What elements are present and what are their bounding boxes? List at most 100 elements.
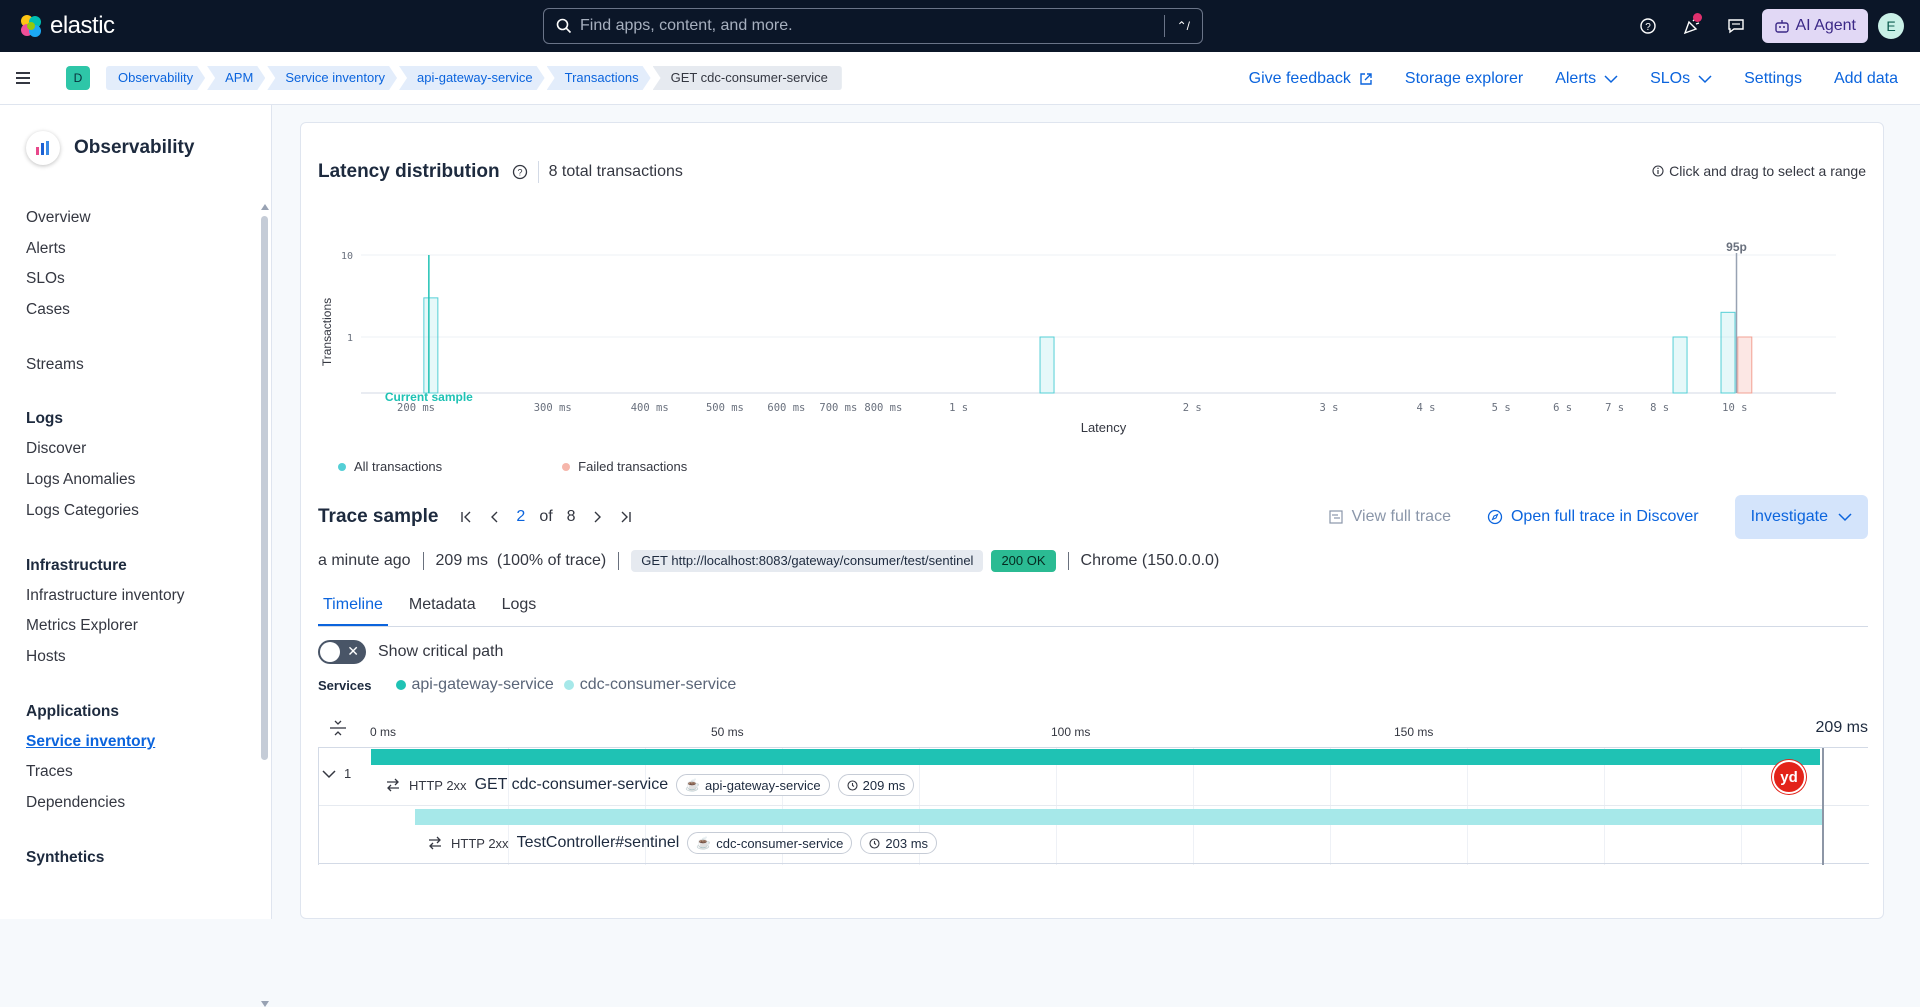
breadcrumb-apm[interactable]: APM <box>207 66 265 90</box>
legend-all-transactions[interactable]: All transactions <box>338 459 442 474</box>
apm-trace-icon <box>1329 510 1343 524</box>
service-badge-label: api-gateway-service <box>705 777 821 793</box>
sidebar-item-discover[interactable]: Discover <box>26 434 185 465</box>
sidebar-item-service-inventory[interactable]: Service inventory <box>26 727 185 758</box>
x-tick-label: 600 ms <box>767 402 805 414</box>
top-navigation-bar: elastic Find apps, content, and more. ⌃/… <box>0 0 1920 52</box>
drag-hint-text: Click and drag to select a range <box>1669 163 1866 179</box>
trace-summary: a minute ago 209 ms (100% of trace) GET … <box>318 547 1219 575</box>
collapse-all-icon[interactable] <box>328 718 348 738</box>
x-axis-label: Latency <box>1081 420 1127 435</box>
span-bar[interactable] <box>371 749 1820 765</box>
search-shortcut: ⌃/ <box>1163 15 1202 37</box>
sidebar-item-cases[interactable]: Cases <box>26 295 185 326</box>
sidebar-item-slos[interactable]: SLOs <box>26 264 185 295</box>
last-page-icon[interactable] <box>618 510 632 524</box>
x-tick-label: 3 s <box>1319 402 1338 414</box>
tab-logs[interactable]: Logs <box>497 583 542 626</box>
sidebar-item-logs-anomalies[interactable]: Logs Anomalies <box>26 465 185 496</box>
chat-icon[interactable] <box>1714 0 1758 52</box>
breadcrumb-transactions[interactable]: Transactions <box>547 66 651 90</box>
yd-badge-icon[interactable]: yd <box>1772 760 1806 794</box>
trace-end-marker <box>1822 748 1824 865</box>
sidebar-item-hosts[interactable]: Hosts <box>26 642 185 673</box>
waterfall-row[interactable]: 1 HTTP 2xx GET cdc-consumer-service ☕ api… <box>319 748 1869 806</box>
sidebar-item-dependencies[interactable]: Dependencies <box>26 788 185 819</box>
row-expander[interactable]: 1 <box>322 766 351 781</box>
tab-metadata[interactable]: Metadata <box>404 583 481 626</box>
critical-path-toggle[interactable]: ✕ <box>318 640 366 664</box>
view-full-trace-button[interactable]: View full trace <box>1328 508 1451 526</box>
timeline-end: 209 ms <box>1815 719 1868 736</box>
trace-tabs: Timeline Metadata Logs <box>318 583 1868 627</box>
trace-pager: 2 of 8 <box>460 508 631 526</box>
help-icon[interactable]: ? <box>1626 0 1670 52</box>
trace-percentage: (100% of trace) <box>496 552 607 569</box>
latency-title: Latency distribution <box>318 161 500 182</box>
sidebar-item-overview[interactable]: Overview <box>26 203 185 234</box>
open-in-discover-button[interactable]: Open full trace in Discover <box>1487 508 1699 526</box>
robot-icon <box>1774 20 1789 33</box>
news-feed-icon[interactable] <box>1670 0 1714 52</box>
settings-label: Settings <box>1744 69 1802 87</box>
scrollbar-thumb[interactable] <box>261 216 268 760</box>
previous-page-icon[interactable] <box>488 510 502 524</box>
next-page-icon[interactable] <box>590 510 604 524</box>
cross-icon: ✕ <box>347 643 359 659</box>
scroll-up-icon[interactable] <box>261 204 269 210</box>
x-tick-label: 700 ms <box>819 402 857 414</box>
sidebar-title: Observability <box>74 137 195 158</box>
span-bar[interactable] <box>414 809 1823 825</box>
service-legend-item[interactable]: cdc-consumer-service <box>563 676 736 694</box>
sidebar-item-traces[interactable]: Traces <box>26 757 185 788</box>
sidebar-item-metrics-explorer[interactable]: Metrics Explorer <box>26 611 185 642</box>
investigate-label: Investigate <box>1750 508 1828 525</box>
settings-link[interactable]: Settings <box>1744 70 1802 88</box>
alerts-menu[interactable]: Alerts <box>1555 70 1618 88</box>
x-tick-label: 8 s <box>1650 402 1669 414</box>
latency-distribution-chart[interactable]: 101Transactions200 ms 300 ms 400 ms 500 ms 6… <box>301 203 1885 463</box>
sidebar-item-logs-categories[interactable]: Logs Categories <box>26 496 185 527</box>
sidebar-item-streams[interactable]: Streams <box>26 350 185 381</box>
storage-explorer-link[interactable]: Storage explorer <box>1405 70 1523 88</box>
scroll-down-icon[interactable] <box>261 1001 269 1007</box>
breadcrumb-service-inventory[interactable]: Service inventory <box>267 66 397 90</box>
search-icon <box>556 18 572 34</box>
x-tick-label: 800 ms <box>864 402 902 414</box>
user-avatar[interactable]: E <box>1878 13 1904 39</box>
services-label: Services <box>318 677 372 693</box>
slos-menu[interactable]: SLOs <box>1650 70 1712 88</box>
sidebar-item-alerts[interactable]: Alerts <box>26 234 185 265</box>
legend-failed-transactions[interactable]: Failed transactions <box>562 459 687 474</box>
waterfall-row[interactable]: HTTP 2xx TestController#sentinel ☕ cdc-co… <box>319 806 1869 864</box>
help-icon[interactable]: ? <box>512 164 528 180</box>
trace-waterfall: 1 HTTP 2xx GET cdc-consumer-service ☕ api… <box>318 748 1869 865</box>
elastic-logo[interactable]: elastic <box>18 12 115 40</box>
service-badge[interactable]: ☕ api-gateway-service <box>676 774 830 796</box>
menu-toggle-icon[interactable] <box>16 72 46 84</box>
add-data-link[interactable]: Add data <box>1834 70 1898 88</box>
breadcrumb-current-transaction: GET cdc-consumer-service <box>652 66 842 90</box>
current-page[interactable]: 2 <box>516 508 525 526</box>
sidebar-scrollbar[interactable] <box>261 202 269 1007</box>
investigate-button[interactable]: Investigate <box>1734 495 1868 539</box>
first-page-icon[interactable] <box>460 510 474 524</box>
histogram-bar <box>1672 336 1688 394</box>
service-badge[interactable]: ☕ cdc-consumer-service <box>687 832 853 854</box>
sidebar-item-infrastructure-inventory[interactable]: Infrastructure inventory <box>26 581 185 612</box>
current-sample-label: Current sample <box>385 390 473 404</box>
global-search-input[interactable]: Find apps, content, and more. ⌃/ <box>543 8 1203 44</box>
give-feedback-link[interactable]: Give feedback <box>1249 70 1373 88</box>
info-icon <box>1652 165 1664 177</box>
duration-badge: 209 ms <box>837 774 915 796</box>
ai-agent-button[interactable]: AI Agent <box>1761 9 1868 43</box>
service-dot <box>395 680 406 690</box>
trace-timestamp: a minute ago <box>318 552 411 569</box>
space-avatar[interactable]: D <box>66 66 90 90</box>
breadcrumb-api-gateway-service[interactable]: api-gateway-service <box>399 66 545 90</box>
tab-timeline[interactable]: Timeline <box>318 583 388 626</box>
y-tick-label: 1 <box>347 333 353 344</box>
x-tick-label: 1 s <box>949 402 968 414</box>
breadcrumb-observability[interactable]: Observability <box>106 66 205 90</box>
service-legend-item[interactable]: api-gateway-service <box>395 676 554 694</box>
